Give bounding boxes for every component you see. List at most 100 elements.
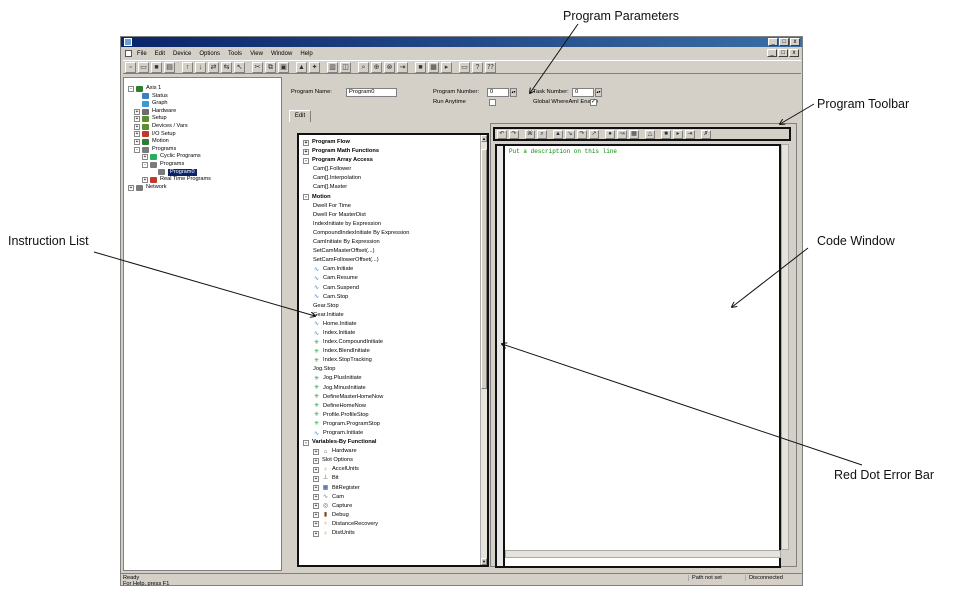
instruction-list-scrollbar[interactable]: ▲ ▼ <box>480 135 487 565</box>
tree-item-devices[interactable]: + Devices / Vars <box>128 123 281 131</box>
expand-icon[interactable]: + <box>142 154 148 161</box>
instruction-item[interactable]: Jog.Stop <box>303 365 487 374</box>
paste-icon[interactable]: ▣ <box>278 61 289 73</box>
tree-item-network[interactable]: + Network <box>128 184 281 192</box>
instruction-item[interactable]: Gear.Stop <box>303 302 487 311</box>
expand-icon[interactable]: + <box>313 512 319 519</box>
collapse-icon[interactable]: - <box>142 161 148 168</box>
instruction-item[interactable]: Dwell For Time <box>303 202 487 211</box>
tree-item-real-time-programs[interactable]: + Real Time Programs <box>128 176 281 184</box>
tree-item-graph[interactable]: Graph <box>128 100 281 108</box>
zoom-icon[interactable]: ⌕ <box>358 61 369 73</box>
instruction-item[interactable]: ✳ Program.ProgramStop <box>303 420 487 429</box>
disconnect-icon[interactable]: ⇆ <box>221 61 232 73</box>
instruction-item[interactable]: Gear.Initiate <box>303 311 487 320</box>
menu-window[interactable]: Window <box>271 51 292 57</box>
replace-icon[interactable]: ⊗ <box>384 61 395 73</box>
help-icon[interactable]: ? <box>472 61 483 73</box>
child-maximize-button[interactable]: □ <box>778 49 788 57</box>
find-icon[interactable]: ⊕ <box>371 61 382 73</box>
instruction-item[interactable]: ✳ Index.CompoundInitiate <box>303 338 487 347</box>
tree-item-axis[interactable]: - Axis 1 <box>128 85 281 93</box>
scroll-thumb[interactable] <box>481 149 487 389</box>
code-vertical-scrollbar[interactable] <box>781 144 789 550</box>
child-minimize-button[interactable]: _ <box>767 49 777 57</box>
instruction-item[interactable]: + ♀ DistUnits <box>303 529 487 538</box>
watch-icon[interactable]: ◫ <box>340 61 351 73</box>
monitor-icon[interactable]: ▥ <box>327 61 338 73</box>
instruction-item[interactable]: Cam[].Follower <box>303 165 487 174</box>
expand-icon[interactable]: + <box>313 485 319 492</box>
instruction-item[interactable]: ✳ Index.StopTracking <box>303 356 487 365</box>
global-whereami-checkbox[interactable]: ✓ <box>590 99 597 106</box>
expand-icon[interactable]: + <box>313 466 319 473</box>
maximize-button[interactable]: □ <box>779 38 789 46</box>
expand-icon[interactable]: + <box>134 108 140 115</box>
grid-icon[interactable]: ▦ <box>428 61 439 73</box>
program-number-input[interactable]: 0 <box>487 88 509 97</box>
step-out-icon[interactable]: ↗ <box>589 129 599 139</box>
trace-icon[interactable]: ↝ <box>617 129 627 139</box>
instruction-item[interactable]: ∿ Index.Initiate <box>303 329 487 338</box>
instruction-item[interactable]: + Program Math Functions <box>303 147 487 156</box>
scroll-up-arrow-icon[interactable]: ▲ <box>481 135 487 142</box>
step-icon[interactable]: ▸ <box>441 61 452 73</box>
instruction-item[interactable]: ∿ Cam.Initiate <box>303 265 487 274</box>
stop-icon[interactable]: ■ <box>415 61 426 73</box>
menu-help[interactable]: Help <box>300 51 312 57</box>
download-icon[interactable]: ↓ <box>195 61 206 73</box>
tree-item-programs[interactable]: - Programs <box>128 146 281 154</box>
menu-view[interactable]: View <box>250 51 263 57</box>
instruction-item[interactable]: - Motion <box>303 193 487 202</box>
instruction-item[interactable]: + ◎ Capture <box>303 502 487 511</box>
task-number-stepper[interactable]: ▴▾ <box>595 88 602 97</box>
instruction-item[interactable]: ✳ Jog.PlusInitiate <box>303 374 487 383</box>
instruction-item[interactable]: + Slot Options <box>303 456 487 465</box>
program-number-stepper[interactable]: ▴▾ <box>510 88 517 97</box>
tree-item-cyclic-programs[interactable]: + Cyclic Programs <box>128 153 281 161</box>
instruction-item[interactable]: Cam[].Master <box>303 183 487 192</box>
close-button[interactable]: x <box>790 38 800 46</box>
cursor-icon[interactable]: ↖ <box>234 61 245 73</box>
instruction-item[interactable]: + ⌂ Hardware <box>303 447 487 456</box>
expand-icon[interactable]: + <box>134 116 140 123</box>
undo-icon[interactable]: ↶ <box>497 129 507 139</box>
expand-icon[interactable]: + <box>313 503 319 510</box>
tree-item-setup[interactable]: + Setup <box>128 115 281 123</box>
instruction-item[interactable]: + Program Flow <box>303 138 487 147</box>
menu-edit[interactable]: Edit <box>155 51 165 57</box>
tree-item-hardware[interactable]: + Hardware <box>128 108 281 116</box>
instruction-item[interactable]: ∿ Cam.Stop <box>303 293 487 302</box>
redo-icon[interactable]: ↷ <box>509 129 519 139</box>
collapse-icon[interactable]: - <box>128 85 134 92</box>
compile-icon[interactable]: ▲ <box>553 129 563 139</box>
expand-icon[interactable]: + <box>134 131 140 138</box>
scroll-down-arrow-icon[interactable]: ▼ <box>481 558 487 565</box>
instruction-item[interactable]: - Variables-By Functional <box>303 438 487 447</box>
child-close-button[interactable]: x <box>789 49 799 57</box>
instruction-item[interactable]: ∿ Program.Initiate <box>303 429 487 438</box>
collapse-icon[interactable]: - <box>134 146 140 153</box>
instruction-item[interactable]: ∿ Cam.Resume <box>303 274 487 283</box>
new-file-icon[interactable]: ▫ <box>125 61 136 73</box>
upload-icon[interactable]: ↑ <box>182 61 193 73</box>
tree-item-status[interactable]: Status <box>128 93 281 101</box>
instruction-item[interactable]: + ♀ DistanceRecovery <box>303 520 487 529</box>
copy-icon[interactable]: ⧉ <box>265 61 276 73</box>
tree-item-program0[interactable]: Program0 <box>128 168 281 177</box>
collapse-icon[interactable]: - <box>303 157 309 164</box>
instruction-item[interactable]: ✳ Jog.MinusInitiate <box>303 384 487 393</box>
menu-tools[interactable]: Tools <box>228 51 242 57</box>
breakpoint-icon[interactable]: ● <box>605 129 615 139</box>
expand-icon[interactable]: + <box>313 476 319 483</box>
instruction-item[interactable]: Cam[].Interpolation <box>303 174 487 183</box>
cut-icon[interactable]: ✂ <box>252 61 263 73</box>
stop-icon[interactable]: ■ <box>661 129 671 139</box>
instruction-item[interactable]: ✳ DefineHomeNow <box>303 402 487 411</box>
step-into-icon[interactable]: ↘ <box>565 129 575 139</box>
triangle-icon[interactable]: △ <box>645 129 655 139</box>
expand-icon[interactable]: + <box>313 521 319 528</box>
expand-icon[interactable]: + <box>313 494 319 501</box>
red-dot-error-bar[interactable] <box>495 144 505 568</box>
binoculars-icon[interactable]: ⌘ <box>525 129 535 139</box>
